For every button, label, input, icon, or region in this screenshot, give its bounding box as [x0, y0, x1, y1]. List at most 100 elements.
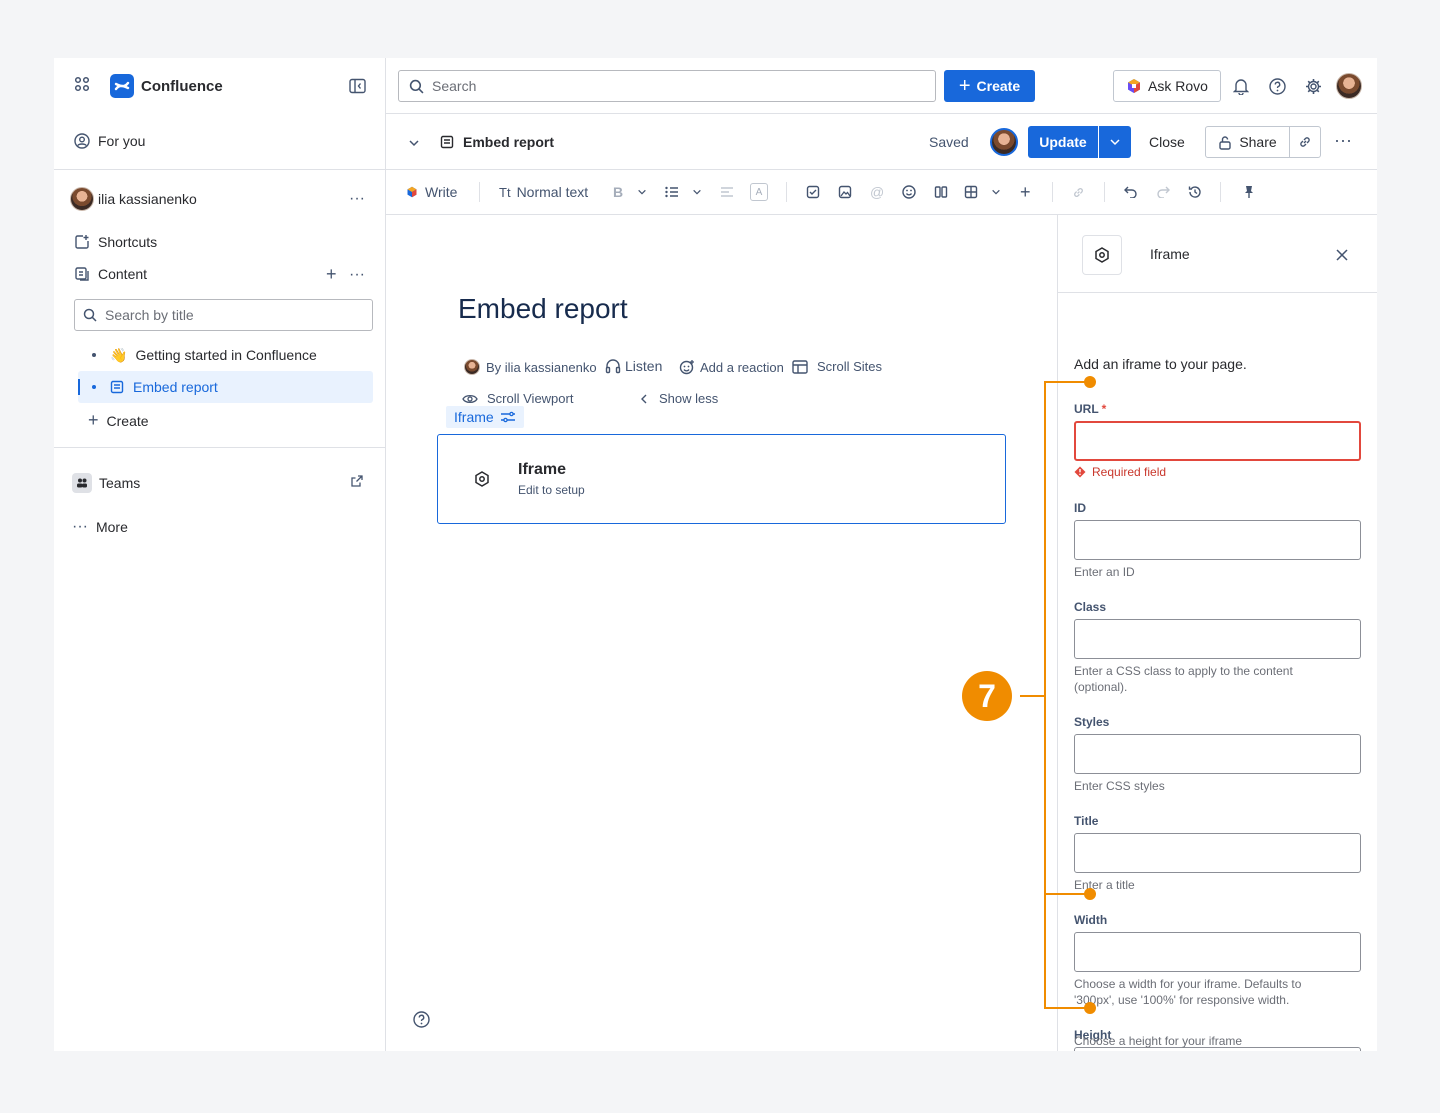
collaborator-avatar[interactable] [990, 128, 1018, 156]
help-icon[interactable] [413, 1011, 430, 1033]
sidebar-item-content[interactable]: Content [74, 266, 147, 282]
link-icon[interactable] [1072, 170, 1085, 214]
chevron-down-icon[interactable] [408, 136, 420, 154]
table-icon[interactable] [964, 170, 978, 214]
bold-button[interactable]: B [613, 170, 623, 214]
text-style-dropdown[interactable]: Tt Normal text [499, 170, 588, 214]
id-input[interactable] [1074, 520, 1361, 560]
sidebar-item-more[interactable]: ··· More [72, 518, 128, 536]
chevron-down-icon[interactable] [692, 170, 702, 214]
close-icon[interactable] [1335, 248, 1349, 267]
more-actions-icon[interactable]: ··· [349, 190, 365, 208]
scroll-viewport-label: Scroll Viewport [487, 391, 574, 406]
add-content-icon[interactable]: + [326, 264, 337, 285]
page-icon [440, 135, 454, 149]
show-less-button[interactable]: Show less [640, 391, 718, 406]
profile-avatar[interactable] [1336, 73, 1362, 99]
chevron-left-icon [641, 394, 647, 403]
bullet-icon [92, 385, 96, 389]
notifications-icon[interactable] [1232, 78, 1250, 100]
top-navigation: Search + Create Ask Rovo [386, 58, 1377, 114]
bullet-list-icon[interactable] [665, 170, 679, 214]
more-actions-icon[interactable]: ··· [1334, 130, 1352, 151]
editor-canvas[interactable]: Embed report By ilia kassianenko Listen … [386, 215, 1057, 1051]
settings-sliders-icon [500, 411, 515, 423]
tree-item-getting-started[interactable]: 👋 Getting started in Confluence [78, 339, 373, 371]
align-icon[interactable] [720, 170, 734, 214]
byline-author[interactable]: By ilia kassianenko [464, 359, 597, 375]
close-button[interactable]: Close [1149, 134, 1185, 150]
search-by-title-input[interactable]: Search by title [74, 299, 373, 331]
share-button[interactable]: Share [1205, 126, 1290, 158]
external-link-icon[interactable] [351, 475, 363, 487]
unlock-icon [1219, 135, 1232, 150]
add-reaction-label: Add a reaction [700, 359, 784, 375]
tree-item-label: Getting started in Confluence [135, 347, 317, 363]
sidebar-item-teams[interactable]: Teams [72, 473, 140, 493]
page-breadcrumb[interactable]: Embed report [440, 134, 554, 150]
styles-help: Enter CSS styles [1074, 779, 1165, 793]
url-input[interactable] [1074, 421, 1361, 461]
pin-icon[interactable] [1243, 170, 1255, 214]
wave-emoji-icon: 👋 [110, 346, 128, 363]
show-less-label: Show less [659, 391, 719, 406]
collapse-sidebar-icon[interactable] [349, 78, 366, 94]
undo-icon[interactable] [1124, 170, 1138, 214]
update-options-button[interactable] [1099, 126, 1131, 158]
editor-toolbar: Write Tt Normal text B A @ + [386, 170, 1377, 215]
iframe-config-panel: Iframe Add an iframe to your page. URL * … [1057, 215, 1377, 1051]
styles-input[interactable] [1074, 734, 1361, 774]
emoji-icon[interactable] [902, 170, 916, 214]
write-label: Write [425, 184, 458, 200]
page-header-bar: Embed report Saved Update Close Share ··… [386, 114, 1377, 170]
create-label: Create [106, 412, 149, 429]
content-icon [75, 267, 89, 281]
link-icon [1300, 137, 1310, 147]
rovo-icon [407, 186, 417, 198]
iframe-card-title: Iframe [518, 461, 567, 478]
search-input[interactable]: Search [398, 70, 936, 102]
text-color-icon[interactable]: A [750, 170, 768, 214]
confluence-logo[interactable]: Confluence [110, 74, 223, 98]
history-icon[interactable] [1188, 170, 1202, 214]
task-icon[interactable] [806, 170, 820, 214]
macro-tag[interactable]: Iframe [446, 406, 524, 428]
settings-gear-icon[interactable] [1305, 78, 1322, 100]
create-button[interactable]: + Create [944, 70, 1035, 102]
error-icon [1074, 466, 1086, 478]
page-title[interactable]: Embed report [458, 293, 628, 325]
listen-button[interactable]: Listen [605, 358, 662, 374]
scroll-sites-button[interactable]: Scroll Sites [792, 359, 882, 374]
plus-icon: + [88, 410, 99, 430]
update-button[interactable]: Update [1028, 126, 1098, 158]
space-user-row[interactable]: ilia kassianenko [70, 187, 197, 211]
create-page-button[interactable]: + Create [88, 410, 149, 431]
redo-icon[interactable] [1156, 170, 1170, 214]
insert-plus-icon[interactable]: + [1020, 170, 1031, 214]
add-reaction-button[interactable]: Add a reaction [679, 359, 784, 375]
sidebar-item-for-you[interactable]: For you [74, 133, 145, 149]
layout-icon[interactable] [934, 170, 948, 214]
create-label: Create [976, 78, 1021, 94]
chevron-down-icon[interactable] [637, 170, 647, 214]
mention-icon[interactable]: @ [870, 170, 884, 214]
search-placeholder: Search [432, 78, 477, 94]
ask-rovo-button[interactable]: Ask Rovo [1113, 70, 1221, 102]
annotation-dot [1084, 376, 1096, 388]
image-icon[interactable] [838, 170, 852, 214]
ask-rovo-label: Ask Rovo [1148, 78, 1208, 94]
iframe-macro-card[interactable]: Iframe Edit to setup [437, 434, 1006, 524]
scroll-viewport-button[interactable]: Scroll Viewport [462, 391, 573, 406]
search-placeholder: Search by title [105, 307, 194, 323]
help-icon[interactable] [1269, 78, 1286, 100]
app-switcher-icon[interactable] [74, 76, 90, 92]
tree-item-embed-report[interactable]: Embed report [78, 371, 373, 403]
sidebar-item-shortcuts[interactable]: Shortcuts [74, 234, 157, 250]
width-input[interactable] [1074, 932, 1361, 972]
copy-link-button[interactable] [1289, 126, 1321, 158]
write-mode-button[interactable]: Write [406, 170, 457, 214]
content-more-icon[interactable]: ··· [349, 266, 365, 284]
class-input[interactable] [1074, 619, 1361, 659]
chevron-down-icon[interactable] [991, 170, 1001, 214]
title-input[interactable] [1074, 833, 1361, 873]
